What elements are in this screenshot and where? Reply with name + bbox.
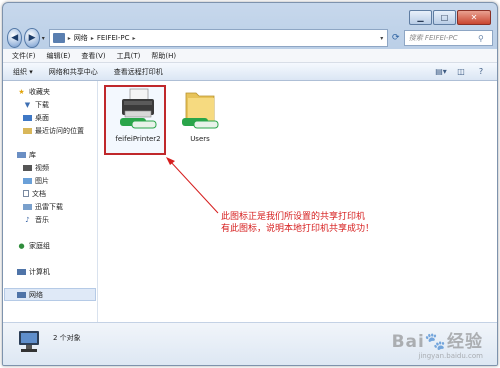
menu-help[interactable]: 帮助(H) — [151, 51, 176, 61]
command-bar: 组织 ▾ 网络和共享中心 查看远程打印机 ▤▾ ◫ ? — [3, 63, 497, 81]
refresh-icon: ⟳ — [391, 33, 400, 43]
view-printers-button[interactable]: 查看远程打印机 — [114, 67, 163, 77]
navigation-pane: ★ 收藏夹 ▼ 下载 桌面 最近访问的位置 库 视频 图片 文档 迅雷下载 ♪ 音乐 … — [3, 81, 98, 322]
sidebar-label: 网络 — [29, 290, 43, 299]
refresh-button[interactable]: ⟳ — [390, 30, 402, 46]
documents-icon — [23, 190, 29, 197]
sidebar-item-desktop[interactable]: 桌面 — [23, 112, 49, 123]
search-placeholder: 搜索 FEIFEI-PC — [408, 34, 458, 42]
annotation-arrow — [166, 157, 219, 214]
library-icon — [17, 151, 26, 158]
music-icon: ♪ — [25, 215, 30, 224]
sidebar-label: 库 — [29, 150, 36, 159]
sidebar-label: 图片 — [35, 176, 49, 185]
history-dropdown-icon[interactable]: ▾ — [42, 35, 45, 42]
breadcrumb-separator-icon: ▸ — [132, 34, 136, 42]
item-count: 2 个对象 — [53, 334, 81, 342]
sidebar-label: 家庭组 — [29, 241, 50, 250]
sidebar-label: 计算机 — [29, 267, 50, 276]
sidebar-label: 桌面 — [35, 113, 49, 122]
search-icon[interactable]: ⚲ — [478, 34, 492, 43]
watermark: Bai🐾经验 jingyan.baidu.com — [392, 327, 483, 360]
breadcrumb-computer[interactable]: FEIFEI-PC — [97, 34, 130, 42]
sidebar-item-computer[interactable]: 计算机 — [17, 266, 50, 277]
details-pane: 2 个对象 Bai🐾经验 jingyan.baidu.com — [3, 322, 497, 365]
annotation-text: 此图标正是我们所设置的共享打印机 有此图标，说明本地打印机共享成功！ — [221, 211, 374, 235]
sidebar-item-homegroup[interactable]: ● 家庭组 — [17, 240, 50, 251]
video-icon — [23, 164, 32, 171]
sidebar-item-videos[interactable]: 视频 — [23, 162, 49, 173]
sidebar-item-library[interactable]: 库 — [17, 149, 36, 160]
close-button[interactable]: ✕ — [457, 10, 491, 25]
preview-pane-icon[interactable]: ◫ — [453, 65, 469, 77]
sidebar-label: 下载 — [35, 100, 49, 109]
network-location-icon — [52, 33, 65, 43]
menu-bar: 文件(F) 编辑(E) 查看(V) 工具(T) 帮助(H) — [3, 49, 497, 63]
explorer-window: ▁ □ ✕ ◀ ▶ ▾ ▸ 网络 ▸ FEIFEI-PC ▸ ▾ ⟳ 搜索 FE… — [2, 2, 498, 366]
breadcrumb-separator-icon: ▸ — [67, 34, 71, 42]
search-input[interactable]: 搜索 FEIFEI-PC ⚲ — [403, 30, 494, 46]
network-center-button[interactable]: 网络和共享中心 — [49, 67, 98, 77]
sidebar-item-pictures[interactable]: 图片 — [23, 175, 49, 186]
address-bar[interactable]: ▸ 网络 ▸ FEIFEI-PC ▸ ▾ — [48, 29, 388, 47]
menu-view[interactable]: 查看(V) — [81, 51, 105, 61]
sidebar-item-music[interactable]: ♪ 音乐 — [23, 214, 49, 225]
annotation-line-2: 有此图标，说明本地打印机共享成功！ — [221, 224, 375, 234]
forward-arrow-icon: ▶ — [28, 33, 36, 43]
menu-tools[interactable]: 工具(T) — [117, 51, 141, 61]
maximize-button[interactable]: □ — [433, 10, 456, 25]
recent-places-icon — [23, 127, 32, 134]
sidebar-item-downloads[interactable]: ▼ 下载 — [23, 99, 49, 110]
sidebar-item-recent[interactable]: 最近访问的位置 — [23, 125, 84, 136]
forward-button[interactable]: ▶ — [24, 28, 40, 48]
sidebar-label: 最近访问的位置 — [35, 126, 84, 135]
download-folder-icon: ▼ — [24, 100, 31, 109]
back-arrow-icon: ◀ — [11, 33, 19, 43]
computer-icon — [17, 268, 26, 275]
back-button[interactable]: ◀ — [7, 28, 23, 48]
sidebar-label: 迅雷下载 — [35, 202, 63, 211]
sidebar-label: 音乐 — [35, 215, 49, 224]
watermark-brand: Bai🐾经验 — [391, 332, 483, 352]
minimize-button[interactable]: ▁ — [409, 10, 432, 25]
network-icon — [17, 291, 26, 298]
sidebar-item-documents[interactable]: 文档 — [23, 188, 46, 199]
organize-button[interactable]: 组织 ▾ — [13, 67, 33, 77]
menu-edit[interactable]: 编辑(E) — [47, 51, 71, 61]
menu-file[interactable]: 文件(F) — [12, 51, 36, 61]
sidebar-item-xunlei[interactable]: 迅雷下载 — [23, 201, 63, 212]
homegroup-icon: ● — [18, 241, 25, 250]
pictures-icon — [23, 177, 32, 184]
sidebar-label: 视频 — [35, 163, 49, 172]
help-icon[interactable]: ? — [473, 65, 489, 77]
sidebar-item-network[interactable]: 网络 — [17, 289, 43, 300]
watermark-url: jingyan.baidu.com — [418, 352, 483, 360]
desktop-icon — [23, 114, 32, 121]
breadcrumb-separator-icon: ▸ — [90, 34, 94, 42]
navigation-row: ◀ ▶ ▾ ▸ 网络 ▸ FEIFEI-PC ▸ ▾ ⟳ 搜索 FEIFEI-P… — [7, 27, 494, 49]
sidebar-label: 收藏夹 — [29, 87, 50, 96]
window-controls: ▁ □ ✕ — [408, 10, 491, 25]
sidebar-item-favorites[interactable]: ★ 收藏夹 — [17, 86, 50, 97]
file-list: feifeiPrinter2 Users 此图标正是我们所设置的共享打印机 有此… — [98, 81, 497, 322]
sidebar-label: 文档 — [32, 189, 46, 198]
star-icon: ★ — [18, 87, 25, 96]
xunlei-download-icon — [23, 203, 32, 210]
view-options-icon[interactable]: ▤▾ — [433, 65, 449, 77]
computer-icon — [19, 331, 39, 352]
address-dropdown-icon[interactable]: ▾ — [377, 35, 387, 42]
breadcrumb-network[interactable]: 网络 — [74, 33, 88, 43]
annotation-line-1: 此图标正是我们所设置的共享打印机 — [221, 212, 366, 222]
